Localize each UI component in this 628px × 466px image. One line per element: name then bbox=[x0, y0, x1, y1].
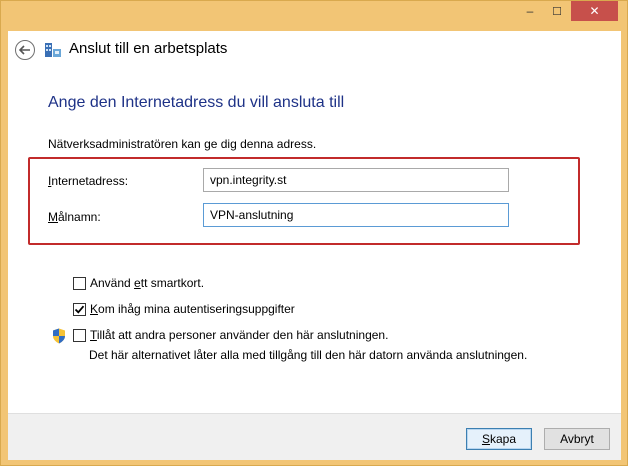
window-title: Anslut till en arbetsplats bbox=[69, 40, 228, 57]
back-button[interactable] bbox=[15, 40, 35, 60]
content-area: Ange den Internetadress du vill ansluta … bbox=[8, 69, 621, 413]
destination-name-label: Målnamn: bbox=[48, 210, 101, 224]
title-bar[interactable]: – ☐ ✕ bbox=[1, 1, 627, 31]
maximize-icon: ☐ bbox=[552, 5, 562, 18]
create-button[interactable]: Skapa bbox=[466, 428, 532, 450]
back-arrow-icon bbox=[19, 45, 30, 55]
close-button[interactable]: ✕ bbox=[571, 1, 618, 21]
minimize-icon: – bbox=[526, 4, 534, 18]
network-connection-icon bbox=[45, 43, 61, 57]
page-heading: Ange den Internetadress du vill ansluta … bbox=[48, 94, 345, 111]
allow-others-checkbox[interactable] bbox=[73, 328, 86, 342]
destination-name-input[interactable] bbox=[203, 203, 509, 227]
smartcard-checkbox[interactable] bbox=[73, 276, 86, 290]
remember-credentials-label: Kom ihåg mina autentiseringsuppgifter bbox=[90, 302, 295, 316]
allow-others-note: Det här alternativet låter alla med till… bbox=[89, 348, 528, 362]
internet-address-input[interactable] bbox=[203, 168, 509, 192]
dialog-window: – ☐ ✕ Anslut till en arbetsplats Ange de… bbox=[0, 0, 628, 466]
cancel-button[interactable]: Avbryt bbox=[544, 428, 610, 450]
allow-others-option[interactable]: Tillåt att andra personer använder den h… bbox=[73, 328, 388, 342]
page-description: Nätverksadministratören kan ge dig denna… bbox=[48, 137, 317, 151]
minimize-button[interactable]: – bbox=[517, 1, 543, 21]
navigation-bar: Anslut till en arbetsplats bbox=[8, 31, 621, 69]
button-bar: Skapa Avbryt bbox=[8, 413, 621, 460]
remember-credentials-checkbox[interactable] bbox=[73, 302, 86, 316]
maximize-button[interactable]: ☐ bbox=[544, 1, 570, 21]
uac-shield-icon bbox=[53, 328, 65, 344]
smartcard-option[interactable]: Använd ett smartkort. bbox=[73, 276, 204, 290]
internet-address-label: Internetadress: bbox=[48, 174, 129, 188]
close-icon: ✕ bbox=[589, 4, 600, 18]
remember-credentials-option[interactable]: Kom ihåg mina autentiseringsuppgifter bbox=[73, 302, 295, 316]
allow-others-label: Tillåt att andra personer använder den h… bbox=[90, 328, 389, 342]
smartcard-label: Använd ett smartkort. bbox=[90, 276, 205, 290]
checkmark-icon bbox=[74, 305, 85, 314]
